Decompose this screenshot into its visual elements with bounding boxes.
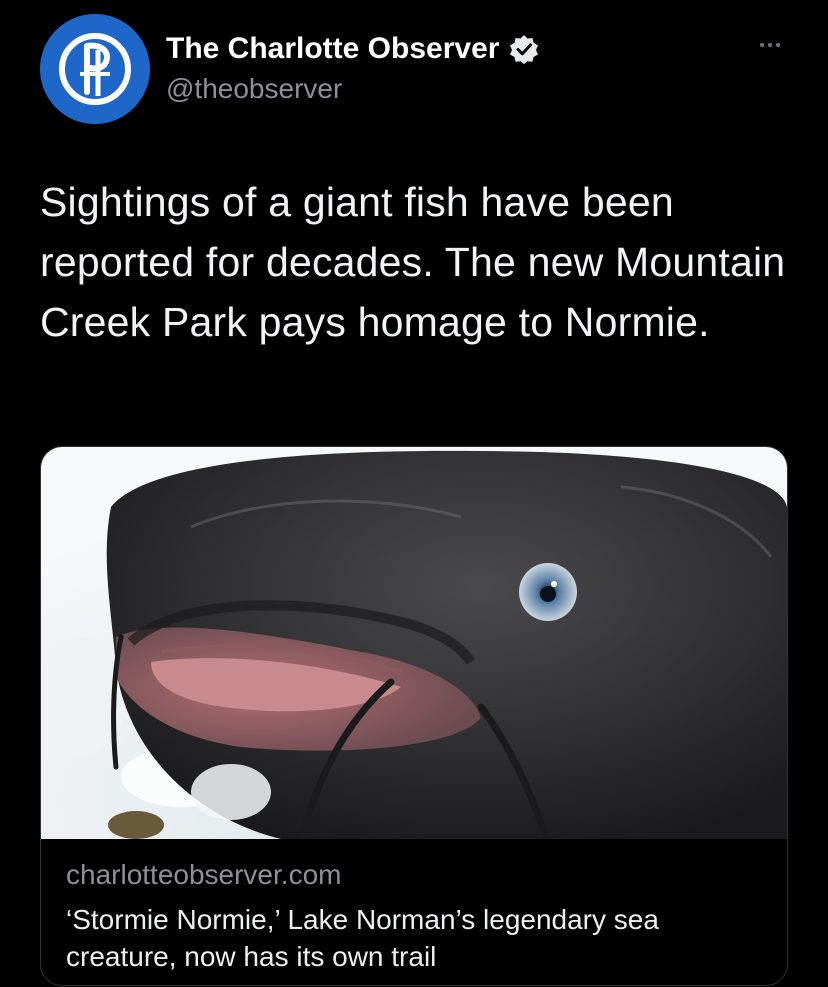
catfish-photo[interactable] (41, 447, 787, 839)
card-domain: charlotteobserver.com (66, 859, 342, 890)
more-options-icon[interactable] (748, 30, 792, 60)
handle[interactable]: @theobserver (166, 73, 342, 105)
display-name-label: The Charlotte Observer (166, 32, 500, 65)
tweet-text: Sightings of a giant fish have been repo… (40, 179, 786, 345)
charlotte-observer-logo-icon (40, 14, 150, 124)
verified-badge-icon (509, 34, 539, 64)
avatar[interactable] (40, 14, 150, 124)
tweet: The Charlotte Observer @theobserver Sigh… (0, 0, 828, 987)
card-title: ‘Stormie Normie,’ Lake Norman’s legendar… (66, 904, 659, 972)
link-card[interactable]: charlotteobserver.com ‘Stormie Normie,’ … (40, 446, 788, 986)
display-name[interactable]: The Charlotte Observer (166, 32, 539, 66)
